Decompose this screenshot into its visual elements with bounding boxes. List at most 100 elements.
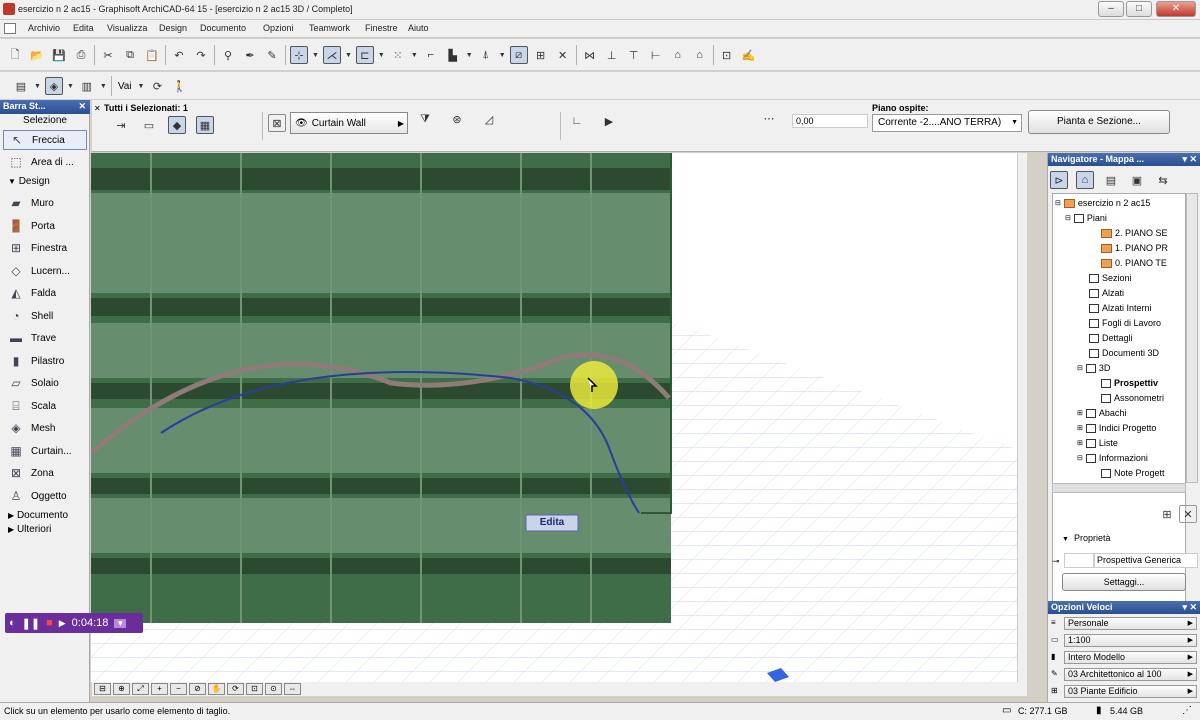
- tree-node-sezioni[interactable]: Sezioni: [1089, 273, 1132, 283]
- elevate-icon[interactable]: ⊤: [625, 46, 643, 64]
- tree-node-dettagli[interactable]: Dettagli: [1089, 333, 1133, 343]
- menu-aiuto[interactable]: Aiuto: [408, 23, 429, 33]
- tool-falda[interactable]: ◭ Falda: [3, 283, 87, 303]
- chevron-down-icon[interactable]: ▼: [138, 83, 145, 90]
- selezione-tab[interactable]: Selezione: [0, 115, 90, 128]
- menu-teamwork[interactable]: Teamwork: [309, 23, 350, 33]
- geometry-method-icon[interactable]: ⇥: [112, 116, 130, 134]
- orbit-icon[interactable]: ⟳: [148, 77, 166, 95]
- tree-node-story-0[interactable]: 0. PIANO TE: [1101, 258, 1167, 268]
- gravity-drop-icon[interactable]: ⍋: [477, 46, 495, 64]
- layout-book-icon[interactable]: ▥: [78, 77, 96, 95]
- fit-window-icon[interactable]: ⊡: [246, 683, 263, 695]
- tool-muro[interactable]: ▰ Muro: [3, 193, 87, 213]
- trim-icon[interactable]: ▙: [444, 46, 462, 64]
- grid-layout-icon[interactable]: ⊡: [718, 46, 736, 64]
- tree-vertical-scrollbar[interactable]: [1186, 193, 1198, 483]
- piano-ospite-select[interactable]: Corrente -2....ANO TERRA) ▼: [872, 114, 1022, 132]
- tool-porta[interactable]: 🚪 Porta: [3, 216, 87, 236]
- documento-group-header[interactable]: ▶ Documento: [8, 510, 68, 521]
- tree-node-informazioni[interactable]: ⊟ Informazioni: [1077, 453, 1148, 463]
- recorder-menu-icon[interactable]: ▼: [114, 618, 127, 628]
- close-icon[interactable]: ▾ ✕: [1182, 602, 1197, 613]
- layout-book-icon[interactable]: ▤: [1102, 171, 1120, 189]
- orbit-view-icon[interactable]: ⟳: [227, 683, 244, 695]
- chevron-down-icon[interactable]: ▼: [312, 52, 319, 59]
- flag-icon[interactable]: ▶: [600, 112, 618, 130]
- maximize-button[interactable]: □: [1126, 1, 1152, 17]
- proprieta-header[interactable]: ▼ Proprietà: [1062, 533, 1110, 543]
- tree-node-fogli-lavoro[interactable]: Fogli di Lavoro: [1089, 318, 1161, 328]
- stop-icon[interactable]: ■: [46, 617, 53, 629]
- menu-archivio[interactable]: Archivio: [28, 23, 60, 33]
- model-view-select[interactable]: 03 Piante Edificio ▶: [1064, 685, 1197, 698]
- close-icon[interactable]: ✕: [78, 101, 86, 112]
- offset-input[interactable]: 0,00: [792, 114, 868, 128]
- menu-opzioni[interactable]: Opzioni: [263, 23, 294, 33]
- angle-icon[interactable]: ∟: [568, 112, 586, 130]
- zoom-area-icon[interactable]: ⊕: [113, 683, 130, 695]
- floor-plan-icon[interactable]: ▤: [12, 77, 30, 95]
- tool-scala[interactable]: ⌸ Scala: [3, 396, 87, 416]
- viewport-vertical-scrollbar[interactable]: [1017, 153, 1027, 682]
- settaggi-button[interactable]: Settaggi...: [1062, 573, 1186, 591]
- cut-icon[interactable]: ✂: [99, 46, 117, 64]
- gravity-icon[interactable]: ⊏: [355, 46, 374, 64]
- new-file-icon[interactable]: 🗋: [6, 46, 24, 64]
- tree-node-piani[interactable]: ⊟ Piani: [1065, 213, 1107, 223]
- ruler-icon[interactable]: ⊞: [532, 46, 550, 64]
- tree-horizontal-scrollbar[interactable]: [1052, 483, 1186, 493]
- explode-icon[interactable]: ⌂: [691, 46, 709, 64]
- mirror-icon[interactable]: ⋈: [581, 46, 599, 64]
- pause-icon[interactable]: ❚❚: [22, 617, 40, 630]
- new-view-icon[interactable]: ⊞: [1158, 505, 1176, 523]
- chevron-down-icon[interactable]: ▼: [345, 52, 352, 59]
- tree-node-project[interactable]: ⊟ esercizio n 2 ac15: [1055, 198, 1150, 208]
- tree-node-alzati[interactable]: Alzati: [1089, 288, 1124, 298]
- navigate-icon[interactable]: ⇔: [284, 683, 301, 695]
- tree-node-prospettiva[interactable]: Prospettiv: [1101, 378, 1158, 388]
- tool-zona[interactable]: ⊠ Zona: [3, 463, 87, 483]
- align-icon[interactable]: ⊥: [603, 46, 621, 64]
- paint-bucket-icon[interactable]: ◆: [168, 116, 186, 134]
- tree-node-indici-progetto[interactable]: ⊞ Indici Progetto: [1077, 423, 1156, 433]
- design-group-header[interactable]: ▼ Design: [8, 176, 50, 187]
- walk-icon[interactable]: 🚶: [170, 77, 188, 95]
- distribute-icon[interactable]: ⊢: [647, 46, 665, 64]
- split-icon[interactable]: ⌂: [669, 46, 687, 64]
- close-button[interactable]: ✕: [1156, 1, 1196, 17]
- tree-node-story-1[interactable]: 1. PIANO PR: [1101, 243, 1168, 253]
- tool-lucernario[interactable]: ◇ Lucern...: [3, 261, 87, 281]
- view-id-field[interactable]: [1064, 553, 1094, 568]
- menu-finestre[interactable]: Finestre: [365, 23, 398, 33]
- publisher-icon[interactable]: ▣: [1128, 171, 1146, 189]
- tool-freccia[interactable]: ↖ Freccia: [3, 130, 87, 150]
- tree-node-liste[interactable]: ⊞ Liste: [1077, 438, 1118, 448]
- construction-method-icon[interactable]: ⋌: [322, 46, 341, 64]
- zoom-previous-icon[interactable]: ⊘: [189, 683, 206, 695]
- tree-node-3d[interactable]: ⊟ 3D: [1077, 363, 1110, 373]
- menu-design[interactable]: Design: [159, 23, 187, 33]
- tree-node-abachi[interactable]: ⊞ Abachi: [1077, 408, 1126, 418]
- reference-line-icon[interactable]: ⧩: [416, 110, 434, 128]
- view-preset-icon[interactable]: ⊟: [94, 683, 111, 695]
- print-icon[interactable]: ⎙: [72, 46, 90, 64]
- undo-icon[interactable]: ↶: [170, 46, 188, 64]
- chevron-down-icon[interactable]: ▼: [67, 83, 74, 90]
- view-map-icon[interactable]: ⌂: [1076, 171, 1094, 189]
- ulteriori-group-header[interactable]: ▶ Ulteriori: [8, 524, 51, 535]
- vai-menu[interactable]: Vai: [116, 81, 134, 92]
- tool-mesh[interactable]: ◈ Mesh: [3, 418, 87, 438]
- minimize-button[interactable]: –: [1098, 1, 1124, 17]
- zoom-selection-icon[interactable]: ⊙: [265, 683, 282, 695]
- snap-guides-icon[interactable]: ⊹: [290, 46, 308, 64]
- menu-edita[interactable]: Edita: [73, 23, 94, 33]
- play-icon[interactable]: ▶: [59, 618, 66, 629]
- menu-visualizza[interactable]: Visualizza: [107, 23, 147, 33]
- tool-trave[interactable]: ▬ Trave: [3, 328, 87, 348]
- layers-toggle-icon[interactable]: ⧄: [509, 46, 528, 64]
- settings-dialog-icon[interactable]: ⊠: [268, 114, 286, 132]
- eyedropper-icon[interactable]: ✒: [241, 46, 259, 64]
- redo-icon[interactable]: ↷: [192, 46, 210, 64]
- tool-solaio[interactable]: ▱ Solaio: [3, 373, 87, 393]
